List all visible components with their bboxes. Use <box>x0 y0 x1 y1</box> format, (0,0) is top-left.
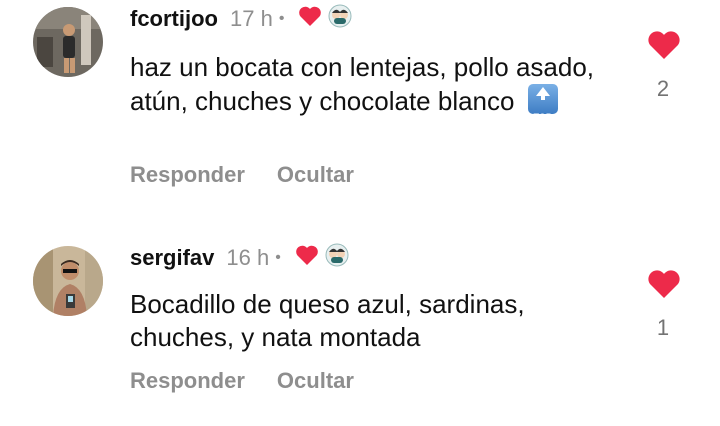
separator-dot: • <box>275 248 281 266</box>
top-arrow-emoji-icon: TOP <box>527 84 558 122</box>
creator-heart-icon <box>295 244 319 271</box>
comment-text-content: Bocadillo de queso azul, sardinas, chuch… <box>130 289 525 352</box>
avatar[interactable] <box>33 246 103 316</box>
like-heart-icon[interactable] <box>647 269 681 304</box>
separator-dot: • <box>278 9 285 27</box>
comment-text: haz un bocata con lentejas, pollo asado,… <box>130 51 600 122</box>
like-heart-icon[interactable] <box>647 30 681 65</box>
username[interactable]: fcortijoo <box>130 6 218 32</box>
username[interactable]: sergifav <box>130 245 214 271</box>
comment-header: sergifav 16 h • <box>130 243 349 272</box>
comment-actions: Responder Ocultar <box>130 368 354 394</box>
like-count: 2 <box>656 76 670 101</box>
like-count: 1 <box>656 315 670 340</box>
comment-actions: Responder Ocultar <box>130 162 354 188</box>
timestamp: 16 h <box>226 244 270 270</box>
creator-heart-icon <box>298 5 322 32</box>
hide-button[interactable]: Ocultar <box>277 368 354 394</box>
hide-button[interactable]: Ocultar <box>277 162 354 188</box>
avatar[interactable] <box>33 7 103 77</box>
comment-text-content: haz un bocata con lentejas, pollo asado,… <box>130 52 595 116</box>
comment-header: fcortijoo 17 h • <box>130 4 352 33</box>
creator-face-icon <box>325 243 349 272</box>
creator-face-icon <box>328 4 352 33</box>
comment-text: Bocadillo de queso azul, sardinas, chuch… <box>130 288 600 354</box>
top-emoji-label: TOP <box>533 112 552 122</box>
reply-button[interactable]: Responder <box>130 162 245 188</box>
reply-button[interactable]: Responder <box>130 368 245 394</box>
timestamp: 17 h <box>230 5 273 31</box>
